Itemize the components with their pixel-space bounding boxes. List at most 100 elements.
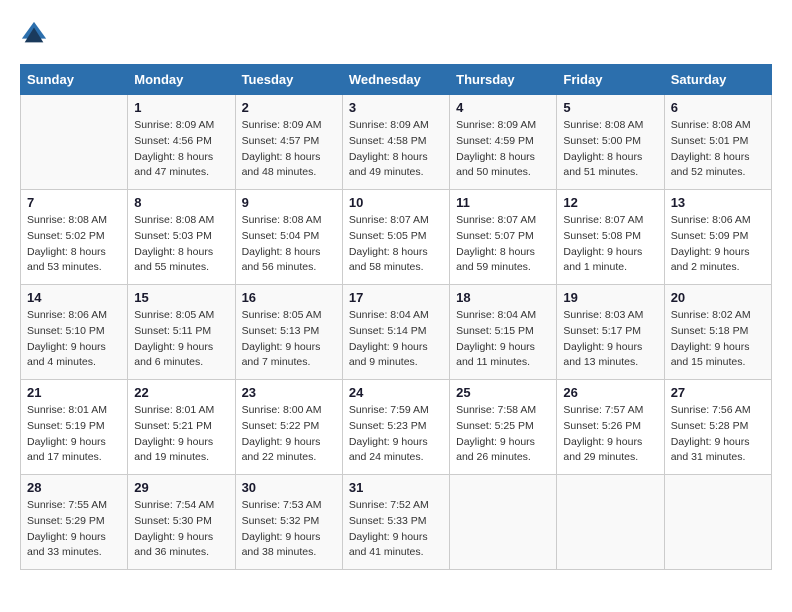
- day-info: Sunrise: 8:08 AMSunset: 5:00 PMDaylight:…: [563, 118, 657, 181]
- day-number: 29: [134, 480, 228, 495]
- day-info: Sunrise: 8:09 AMSunset: 4:59 PMDaylight:…: [456, 118, 550, 181]
- day-number: 7: [27, 195, 121, 210]
- day-info: Sunrise: 8:04 AMSunset: 5:14 PMDaylight:…: [349, 308, 443, 371]
- day-cell: 3 Sunrise: 8:09 AMSunset: 4:58 PMDaylight…: [342, 95, 449, 190]
- day-number: 26: [563, 385, 657, 400]
- day-number: 1: [134, 100, 228, 115]
- day-cell: 21 Sunrise: 8:01 AMSunset: 5:19 PMDayligh…: [21, 380, 128, 475]
- day-cell: 13 Sunrise: 8:06 AMSunset: 5:09 PMDayligh…: [664, 190, 771, 285]
- day-info: Sunrise: 8:07 AMSunset: 5:05 PMDaylight:…: [349, 213, 443, 276]
- day-cell: 10 Sunrise: 8:07 AMSunset: 5:05 PMDayligh…: [342, 190, 449, 285]
- day-info: Sunrise: 7:58 AMSunset: 5:25 PMDaylight:…: [456, 403, 550, 466]
- day-number: 3: [349, 100, 443, 115]
- day-info: Sunrise: 8:02 AMSunset: 5:18 PMDaylight:…: [671, 308, 765, 371]
- day-cell: 7 Sunrise: 8:08 AMSunset: 5:02 PMDaylight…: [21, 190, 128, 285]
- day-info: Sunrise: 8:05 AMSunset: 5:13 PMDaylight:…: [242, 308, 336, 371]
- day-info: Sunrise: 8:07 AMSunset: 5:08 PMDaylight:…: [563, 213, 657, 276]
- day-cell: 25Sunrise: 7:58 AMSunset: 5:25 PMDayligh…: [450, 380, 557, 475]
- header-row: Sunday Monday Tuesday Wednesday Thursday…: [21, 65, 772, 95]
- day-info: Sunrise: 7:56 AMSunset: 5:28 PMDaylight:…: [671, 403, 765, 466]
- day-info: Sunrise: 7:59 AMSunset: 5:23 PMDaylight:…: [349, 403, 443, 466]
- day-number: 2: [242, 100, 336, 115]
- day-number: 27: [671, 385, 765, 400]
- day-number: 8: [134, 195, 228, 210]
- day-cell: 1 Sunrise: 8:09 AMSunset: 4:56 PMDaylight…: [128, 95, 235, 190]
- day-number: 31: [349, 480, 443, 495]
- day-info: Sunrise: 8:06 AMSunset: 5:09 PMDaylight:…: [671, 213, 765, 276]
- header-wednesday: Wednesday: [342, 65, 449, 95]
- day-cell: 9Sunrise: 8:08 AMSunset: 5:04 PMDaylight…: [235, 190, 342, 285]
- day-cell: 22 Sunrise: 8:01 AMSunset: 5:21 PMDayligh…: [128, 380, 235, 475]
- day-number: 5: [563, 100, 657, 115]
- day-info: Sunrise: 7:52 AMSunset: 5:33 PMDaylight:…: [349, 498, 443, 561]
- day-cell: 31 Sunrise: 7:52 AMSunset: 5:33 PMDayligh…: [342, 475, 449, 570]
- day-cell: 17 Sunrise: 8:04 AMSunset: 5:14 PMDayligh…: [342, 285, 449, 380]
- logo-icon: [20, 20, 48, 48]
- day-cell: 28 Sunrise: 7:55 AMSunset: 5:29 PMDayligh…: [21, 475, 128, 570]
- day-cell: 27 Sunrise: 7:56 AMSunset: 5:28 PMDayligh…: [664, 380, 771, 475]
- day-cell: 20 Sunrise: 8:02 AMSunset: 5:18 PMDayligh…: [664, 285, 771, 380]
- day-number: 10: [349, 195, 443, 210]
- day-number: 16: [242, 290, 336, 305]
- day-number: 21: [27, 385, 121, 400]
- day-cell: 4 Sunrise: 8:09 AMSunset: 4:59 PMDaylight…: [450, 95, 557, 190]
- day-number: 19: [563, 290, 657, 305]
- day-info: Sunrise: 7:57 AMSunset: 5:26 PMDaylight:…: [563, 403, 657, 466]
- day-number: 17: [349, 290, 443, 305]
- day-number: 6: [671, 100, 765, 115]
- calendar-body: 1 Sunrise: 8:09 AMSunset: 4:56 PMDaylight…: [21, 95, 772, 570]
- day-cell: [21, 95, 128, 190]
- day-info: Sunrise: 8:00 AMSunset: 5:22 PMDaylight:…: [242, 403, 336, 466]
- week-row-4: 21 Sunrise: 8:01 AMSunset: 5:19 PMDayligh…: [21, 380, 772, 475]
- day-number: 18: [456, 290, 550, 305]
- day-info: Sunrise: 8:08 AMSunset: 5:02 PMDaylight:…: [27, 213, 121, 276]
- day-number: 28: [27, 480, 121, 495]
- calendar-table: Sunday Monday Tuesday Wednesday Thursday…: [20, 64, 772, 570]
- day-cell: 23Sunrise: 8:00 AMSunset: 5:22 PMDayligh…: [235, 380, 342, 475]
- day-cell: 14 Sunrise: 8:06 AMSunset: 5:10 PMDayligh…: [21, 285, 128, 380]
- day-info: Sunrise: 8:01 AMSunset: 5:21 PMDaylight:…: [134, 403, 228, 466]
- day-info: Sunrise: 7:54 AMSunset: 5:30 PMDaylight:…: [134, 498, 228, 561]
- day-info: Sunrise: 8:09 AMSunset: 4:57 PMDaylight:…: [242, 118, 336, 181]
- day-info: Sunrise: 8:09 AMSunset: 4:58 PMDaylight:…: [349, 118, 443, 181]
- day-info: Sunrise: 8:06 AMSunset: 5:10 PMDaylight:…: [27, 308, 121, 371]
- day-cell: 18 Sunrise: 8:04 AMSunset: 5:15 PMDayligh…: [450, 285, 557, 380]
- day-number: 30: [242, 480, 336, 495]
- day-cell: 2 Sunrise: 8:09 AMSunset: 4:57 PMDaylight…: [235, 95, 342, 190]
- day-info: Sunrise: 8:04 AMSunset: 5:15 PMDaylight:…: [456, 308, 550, 371]
- day-number: 20: [671, 290, 765, 305]
- day-cell: 6 Sunrise: 8:08 AMSunset: 5:01 PMDaylight…: [664, 95, 771, 190]
- day-info: Sunrise: 8:09 AMSunset: 4:56 PMDaylight:…: [134, 118, 228, 181]
- day-cell: 5 Sunrise: 8:08 AMSunset: 5:00 PMDaylight…: [557, 95, 664, 190]
- day-cell: 12 Sunrise: 8:07 AMSunset: 5:08 PMDayligh…: [557, 190, 664, 285]
- day-number: 4: [456, 100, 550, 115]
- day-cell: 29 Sunrise: 7:54 AMSunset: 5:30 PMDayligh…: [128, 475, 235, 570]
- header-friday: Friday: [557, 65, 664, 95]
- day-number: 24: [349, 385, 443, 400]
- day-info: Sunrise: 8:08 AMSunset: 5:01 PMDaylight:…: [671, 118, 765, 181]
- day-cell: 11Sunrise: 8:07 AMSunset: 5:07 PMDayligh…: [450, 190, 557, 285]
- day-info: Sunrise: 8:03 AMSunset: 5:17 PMDaylight:…: [563, 308, 657, 371]
- day-cell: 16 Sunrise: 8:05 AMSunset: 5:13 PMDayligh…: [235, 285, 342, 380]
- day-number: 22: [134, 385, 228, 400]
- day-number: 12: [563, 195, 657, 210]
- header-monday: Monday: [128, 65, 235, 95]
- header-sunday: Sunday: [21, 65, 128, 95]
- day-info: Sunrise: 8:05 AMSunset: 5:11 PMDaylight:…: [134, 308, 228, 371]
- day-info: Sunrise: 7:53 AMSunset: 5:32 PMDaylight:…: [242, 498, 336, 561]
- page-header: [20, 20, 772, 48]
- logo: [20, 20, 52, 48]
- day-cell: 8Sunrise: 8:08 AMSunset: 5:03 PMDaylight…: [128, 190, 235, 285]
- day-cell: 24 Sunrise: 7:59 AMSunset: 5:23 PMDayligh…: [342, 380, 449, 475]
- day-number: 13: [671, 195, 765, 210]
- day-info: Sunrise: 7:55 AMSunset: 5:29 PMDaylight:…: [27, 498, 121, 561]
- week-row-1: 1 Sunrise: 8:09 AMSunset: 4:56 PMDaylight…: [21, 95, 772, 190]
- day-cell: 15Sunrise: 8:05 AMSunset: 5:11 PMDayligh…: [128, 285, 235, 380]
- day-number: 14: [27, 290, 121, 305]
- day-number: 9: [242, 195, 336, 210]
- day-info: Sunrise: 8:01 AMSunset: 5:19 PMDaylight:…: [27, 403, 121, 466]
- week-row-5: 28 Sunrise: 7:55 AMSunset: 5:29 PMDayligh…: [21, 475, 772, 570]
- day-cell: [450, 475, 557, 570]
- header-saturday: Saturday: [664, 65, 771, 95]
- day-info: Sunrise: 8:07 AMSunset: 5:07 PMDaylight:…: [456, 213, 550, 276]
